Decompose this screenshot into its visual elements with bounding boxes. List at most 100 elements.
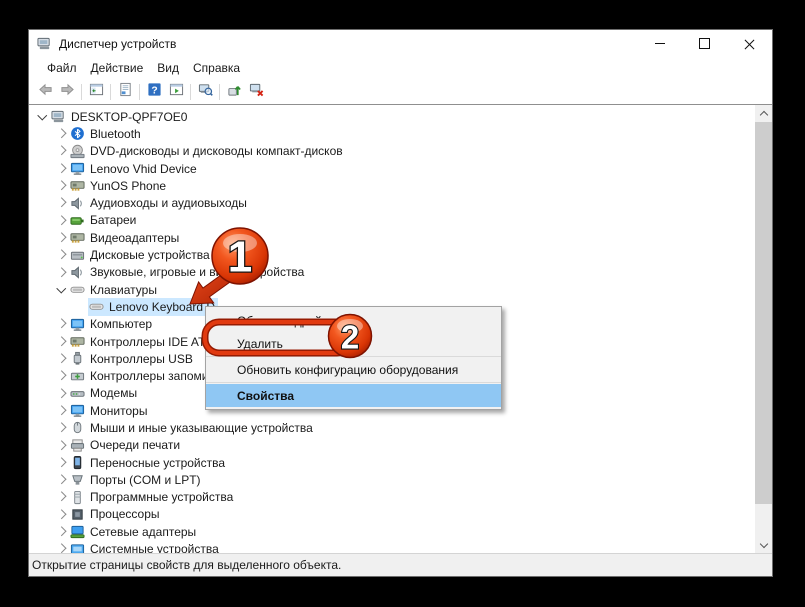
chevron-collapsed-icon[interactable] — [53, 460, 69, 466]
chevron-collapsed-icon[interactable] — [53, 408, 69, 414]
console-tree-icon — [89, 82, 104, 102]
menubar-item-1[interactable]: Действие — [84, 59, 151, 77]
tree-item-label: Системные устройства — [90, 542, 219, 553]
card-icon — [70, 230, 85, 245]
menubar-item-2[interactable]: Вид — [150, 59, 186, 77]
tree-item-content: Контроллеры USB — [69, 350, 196, 367]
context-menu-item-label: Удалить — [237, 337, 283, 351]
scrollbar-thumb[interactable] — [755, 122, 772, 504]
scroll-up-button[interactable] — [755, 105, 772, 122]
tree-item[interactable]: Очереди печати — [29, 437, 755, 454]
tree-item-label: Процессоры — [90, 507, 160, 521]
menubar-item-3[interactable]: Справка — [186, 59, 247, 77]
chevron-collapsed-icon[interactable] — [53, 373, 69, 379]
tree-item-label: Батареи — [90, 213, 136, 227]
toolbar-separator — [139, 84, 140, 100]
tree-item[interactable]: Переносные устройства — [29, 454, 755, 471]
context-menu-item[interactable]: Удалить — [206, 332, 501, 355]
chevron-collapsed-icon[interactable] — [53, 166, 69, 172]
tree-item-content: Lenovo Keyboard D — [88, 298, 218, 315]
minimize-button[interactable] — [637, 30, 682, 57]
tree-item-content: DESKTOP-QPF7OE0 — [50, 108, 190, 125]
back-button[interactable] — [34, 81, 56, 103]
tree-item-label: Мониторы — [90, 404, 147, 418]
help-button[interactable]: ? — [143, 81, 165, 103]
action-pane-button[interactable] — [165, 81, 187, 103]
tree-item[interactable]: Батареи — [29, 212, 755, 229]
chevron-collapsed-icon[interactable] — [53, 218, 69, 224]
tree-item-label: Видеоадаптеры — [90, 231, 179, 245]
chevron-expanded-icon[interactable] — [53, 288, 69, 292]
context-menu-item[interactable]: Обновить конфигурацию оборудования — [206, 358, 501, 381]
chevron-collapsed-icon[interactable] — [53, 512, 69, 518]
tree-item-label: Порты (COM и LPT) — [90, 473, 201, 487]
update-driver-button[interactable] — [223, 81, 245, 103]
chevron-collapsed-icon[interactable] — [53, 235, 69, 241]
tree-item-content: Модемы — [69, 385, 140, 402]
chevron-collapsed-icon[interactable] — [53, 425, 69, 431]
tree-item-label: Аудиовходы и аудиовыходы — [90, 196, 247, 210]
close-button[interactable] — [727, 30, 772, 57]
forward-button[interactable] — [56, 81, 78, 103]
device-manager-window: Диспетчер устройств ФайлДействиеВидСправ… — [28, 29, 773, 577]
title-bar[interactable]: Диспетчер устройств — [29, 30, 772, 57]
properties-button[interactable] — [114, 81, 136, 103]
tree-item[interactable]: Сетевые адаптеры — [29, 523, 755, 540]
tree-item-content: Очереди печати — [69, 437, 183, 454]
chevron-collapsed-icon[interactable] — [53, 339, 69, 345]
chevron-collapsed-icon[interactable] — [53, 200, 69, 206]
chevron-collapsed-icon[interactable] — [53, 356, 69, 362]
card-icon — [70, 178, 85, 193]
context-menu-item[interactable]: Обновить драйверы — [206, 309, 501, 332]
tree-item[interactable]: Клавиатуры — [29, 281, 755, 298]
tree-item-content: Батареи — [69, 212, 139, 229]
chevron-collapsed-icon[interactable] — [53, 183, 69, 189]
chevron-collapsed-icon[interactable] — [53, 252, 69, 258]
chevron-collapsed-icon[interactable] — [53, 477, 69, 483]
context-menu-item[interactable]: Свойства — [206, 384, 501, 407]
scan-hardware-icon — [198, 82, 213, 102]
tree-item[interactable]: Bluetooth — [29, 125, 755, 142]
chevron-collapsed-icon[interactable] — [53, 148, 69, 154]
vertical-scrollbar[interactable] — [755, 105, 772, 553]
menubar-item-0[interactable]: Файл — [40, 59, 84, 77]
tree-item[interactable]: Порты (COM и LPT) — [29, 471, 755, 488]
cpu-icon — [70, 507, 85, 522]
tree-item[interactable]: YunOS Phone — [29, 177, 755, 194]
chevron-collapsed-icon[interactable] — [53, 494, 69, 500]
chevron-down-icon — [759, 539, 767, 547]
chevron-collapsed-icon[interactable] — [53, 321, 69, 327]
tree-item-label: Контроллеры запоми — [90, 369, 208, 383]
disk-icon — [70, 248, 85, 263]
tree-item[interactable]: Мыши и иные указывающие устройства — [29, 419, 755, 436]
tree-item-label: Сетевые адаптеры — [90, 525, 196, 539]
scan-hardware-button[interactable] — [194, 81, 216, 103]
scroll-down-button[interactable] — [755, 536, 772, 553]
chevron-collapsed-icon[interactable] — [53, 270, 69, 276]
tree-item[interactable]: Lenovo Vhid Device — [29, 160, 755, 177]
tree-item[interactable]: DVD-дисководы и дисководы компакт-дисков — [29, 143, 755, 160]
chevron-expanded-icon[interactable] — [34, 115, 50, 119]
storage-controller-icon — [70, 369, 85, 384]
computer-icon — [51, 109, 66, 124]
device-manager-app-icon — [37, 36, 53, 52]
chevron-collapsed-icon[interactable] — [53, 391, 69, 397]
console-tree-button[interactable] — [85, 81, 107, 103]
tree-item[interactable]: Звуковые, игровые и видеоустройства — [29, 264, 755, 281]
keyboard-icon — [89, 299, 104, 314]
tree-item[interactable]: DESKTOP-QPF7OE0 — [29, 108, 755, 125]
chevron-collapsed-icon[interactable] — [53, 131, 69, 137]
tree-item[interactable]: Видеоадаптеры — [29, 229, 755, 246]
tree-item[interactable]: Программные устройства — [29, 489, 755, 506]
maximize-button[interactable] — [682, 30, 727, 57]
chevron-collapsed-icon[interactable] — [53, 529, 69, 535]
monitor-icon — [70, 317, 85, 332]
uninstall-device-button[interactable] — [245, 81, 267, 103]
tree-item[interactable]: Дисковые устройства — [29, 246, 755, 263]
tree-item[interactable]: Аудиовходы и аудиовыходы — [29, 194, 755, 211]
tree-item[interactable]: Системные устройства — [29, 540, 755, 553]
chevron-collapsed-icon[interactable] — [53, 443, 69, 449]
chevron-collapsed-icon[interactable] — [53, 546, 69, 552]
tree-item[interactable]: Процессоры — [29, 506, 755, 523]
context-menu-separator — [206, 356, 501, 357]
